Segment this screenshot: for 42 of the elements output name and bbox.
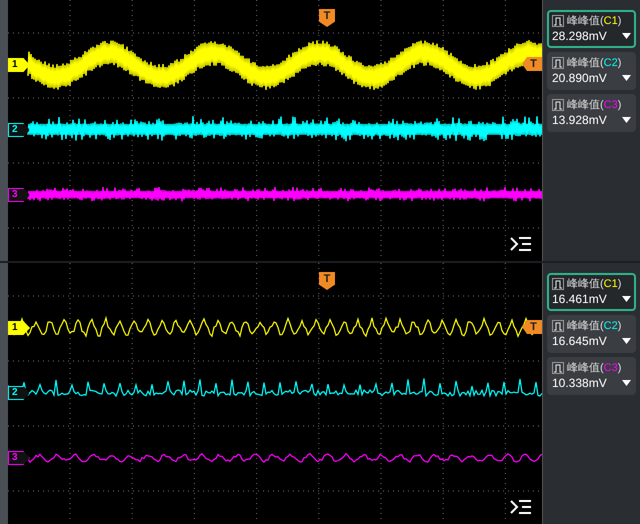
dropdown-caret-icon[interactable] [622,338,631,344]
measurement-value: 13.928mV [552,112,607,128]
measurement-card[interactable]: 峰峰值(C3) 13.928mV [547,94,636,132]
pulse-icon [552,278,564,290]
trigger-position-marker[interactable]: T [319,9,335,27]
measurement-title: 峰峰值(C2) [567,56,622,70]
pulse-icon [552,320,564,332]
channel-marker[interactable]: 1 [8,58,30,72]
measurement-card[interactable]: 峰峰值(C1) 16.461mV [547,273,636,311]
measurement-card[interactable]: 峰峰值(C2) 20.890mV [547,52,636,90]
menu-icon[interactable] [510,236,532,252]
measurement-value: 16.461mV [552,291,607,307]
measurement-value: 20.890mV [552,70,607,86]
measurement-title: 峰峰值(C1) [567,277,622,291]
measurement-title: 峰峰值(C1) [567,14,622,28]
pulse-icon [552,362,564,374]
measurement-title: 峰峰值(C3) [567,361,622,375]
measurement-value: 10.338mV [552,375,607,391]
trigger-level-marker[interactable]: T [522,57,542,71]
measurement-value: 16.645mV [552,333,607,349]
dropdown-caret-icon[interactable] [622,33,631,39]
channel-marker[interactable]: 1 [8,321,30,335]
trigger-position-marker[interactable]: T [319,272,335,290]
channel-marker[interactable]: 3 [8,451,30,465]
dropdown-caret-icon[interactable] [622,380,631,386]
measurement-card[interactable]: 峰峰值(C3) 10.338mV [547,357,636,395]
dropdown-caret-icon[interactable] [622,75,631,81]
menu-icon[interactable] [510,499,532,515]
measurement-title: 峰峰值(C3) [567,98,622,112]
measurement-card[interactable]: 峰峰值(C2) 16.645mV [547,315,636,353]
dropdown-caret-icon[interactable] [622,296,631,302]
dropdown-caret-icon[interactable] [622,117,631,123]
channel-marker[interactable]: 3 [8,188,30,202]
pulse-icon [552,57,564,69]
measurement-title: 峰峰值(C2) [567,319,622,333]
channel-marker[interactable]: 2 [8,123,30,137]
pulse-icon [552,99,564,111]
trigger-level-marker[interactable]: T [522,320,542,334]
pulse-icon [552,15,564,27]
channel-marker[interactable]: 2 [8,386,30,400]
measurement-card[interactable]: 峰峰值(C1) 28.298mV [547,10,636,48]
measurement-value: 28.298mV [552,28,607,44]
